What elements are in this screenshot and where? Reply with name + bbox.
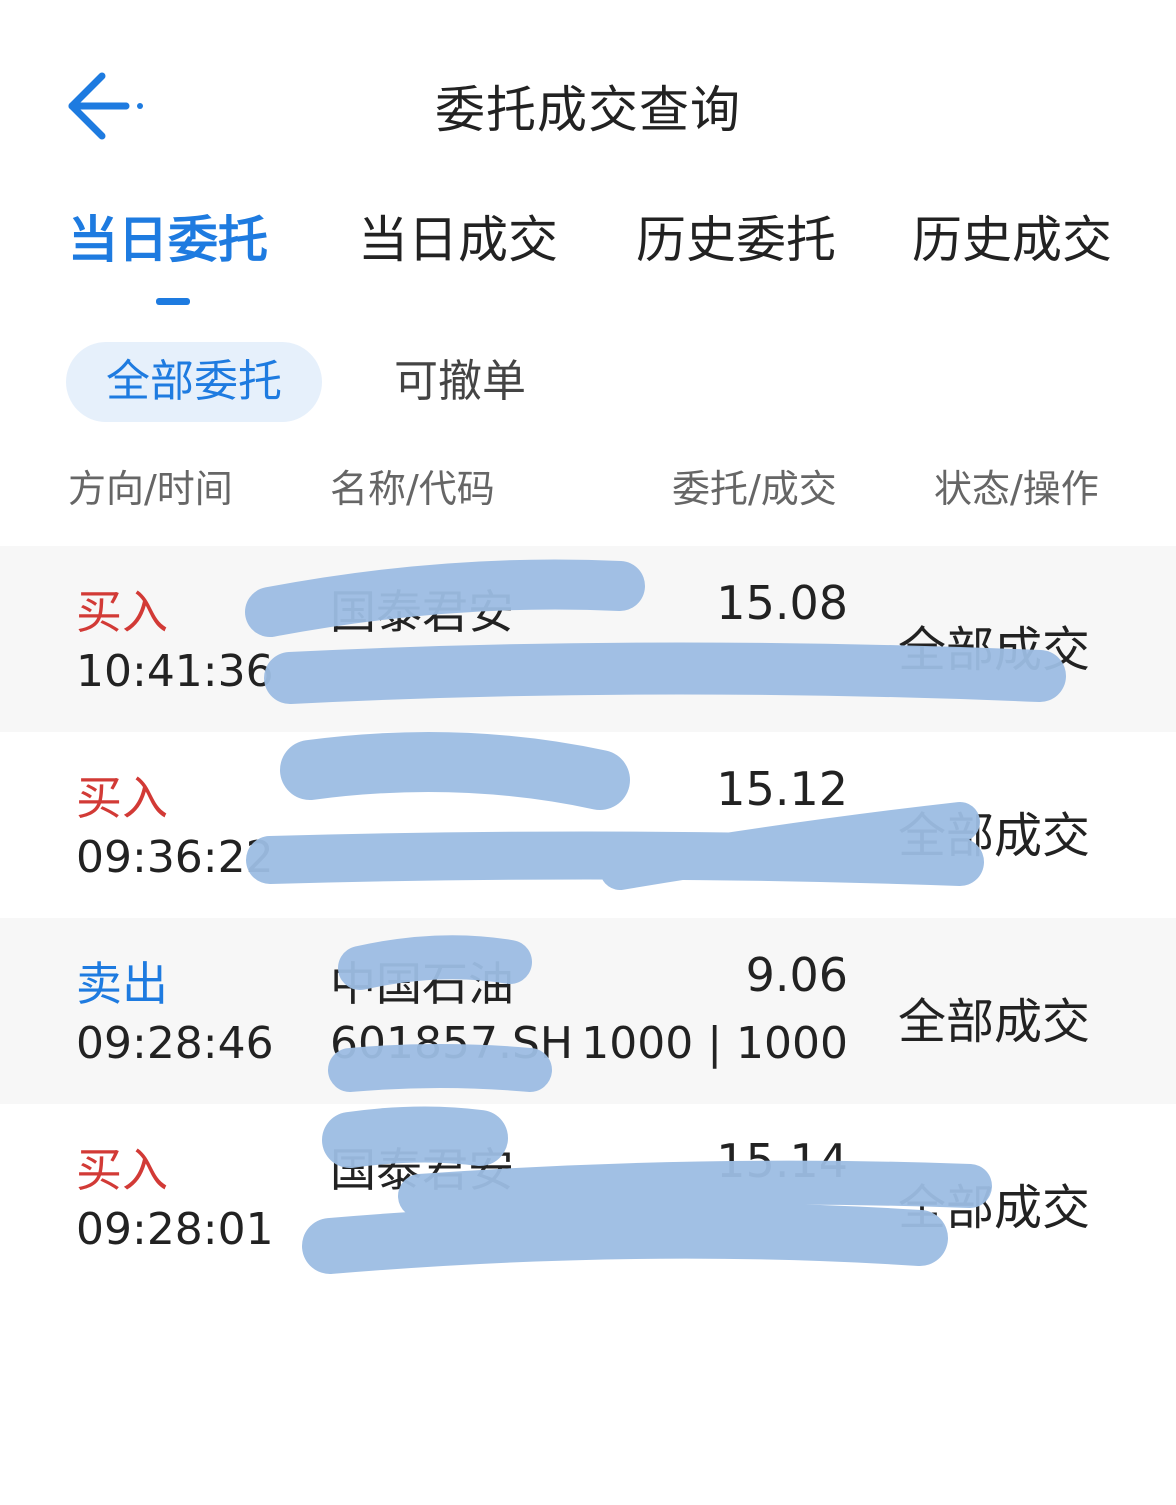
stock-name: 国泰君安 xyxy=(330,585,514,639)
stock-name: 中国石油 xyxy=(330,957,514,1011)
tab-today-orders[interactable]: 当日委托 xyxy=(68,200,268,272)
order-time: 09:28:46 xyxy=(76,1018,274,1069)
order-time: 09:36:22 xyxy=(76,832,274,883)
order-price: 15.08 xyxy=(716,576,848,630)
stock-code: 601857.SH xyxy=(330,1018,573,1069)
stock-name: 国泰君安 xyxy=(330,1143,514,1197)
order-direction: 买入 xyxy=(76,585,168,639)
order-direction: 买入 xyxy=(76,771,168,825)
filter-cancelable[interactable]: 可撤单 xyxy=(360,342,560,422)
col-order-deal: 委托/成交 xyxy=(672,467,837,511)
order-quantity: 1000 | 1000 xyxy=(581,1018,848,1069)
order-row[interactable]: 买入 09:28:01 国泰君安 15.14 全部成交 xyxy=(0,1104,1176,1290)
order-direction: 买入 xyxy=(76,1143,168,1197)
order-time: 09:28:01 xyxy=(76,1204,274,1255)
tab-history-orders[interactable]: 历史委托 xyxy=(636,200,836,272)
tab-history-deals[interactable]: 历史成交 xyxy=(912,200,1112,272)
order-row[interactable]: 买入 10:41:36 国泰君安 15.08 全部成交 xyxy=(0,546,1176,732)
column-headers: 方向/时间 名称/代码 委托/成交 状态/操作 xyxy=(0,458,1176,518)
order-direction: 卖出 xyxy=(76,957,168,1011)
order-status: 全部成交 xyxy=(898,1180,1091,1236)
page-title: 委托成交查询 xyxy=(435,81,741,139)
order-price: 9.06 xyxy=(745,948,848,1002)
header: 委托成交查询 xyxy=(0,0,1176,200)
order-time: 10:41:36 xyxy=(76,646,274,697)
order-status: 全部成交 xyxy=(898,622,1091,678)
col-name-code: 名称/代码 xyxy=(330,467,495,511)
order-price: 15.14 xyxy=(716,1134,848,1188)
active-tab-indicator xyxy=(156,298,190,305)
tab-today-deals[interactable]: 当日成交 xyxy=(358,200,558,272)
order-row[interactable]: 卖出 09:28:46 中国石油 601857.SH 9.06 1000 | 1… xyxy=(0,918,1176,1104)
order-status: 全部成交 xyxy=(898,994,1091,1050)
col-direction-time: 方向/时间 xyxy=(68,467,233,511)
order-status: 全部成交 xyxy=(898,808,1091,864)
filter-all-orders[interactable]: 全部委托 xyxy=(66,342,322,422)
col-status-action: 状态/操作 xyxy=(934,467,1099,511)
order-row[interactable]: 买入 09:36:22 15.12 全部成交 xyxy=(0,732,1176,918)
order-price: 15.12 xyxy=(716,762,848,816)
